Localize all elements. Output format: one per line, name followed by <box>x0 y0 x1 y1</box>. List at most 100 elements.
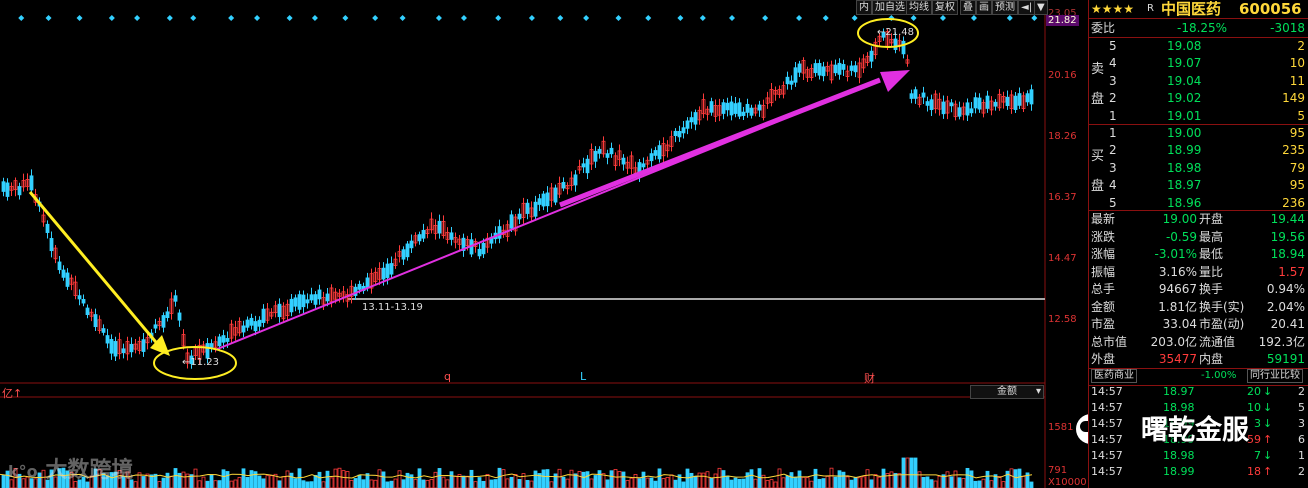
candle <box>85 307 90 316</box>
toolbar-ma-button[interactable]: 均线 <box>906 0 932 15</box>
candle <box>257 319 262 327</box>
volume-bar <box>541 469 546 488</box>
volume-bar <box>413 479 418 488</box>
buy-order-row[interactable]: 1 19.00 95 <box>1089 124 1308 142</box>
volume-bar <box>961 478 966 488</box>
event-marker-icon <box>45 15 52 21</box>
volume-bar <box>217 480 222 488</box>
candle <box>925 101 930 106</box>
event-marker-icon <box>254 15 261 21</box>
candle <box>317 289 322 300</box>
industry-name[interactable]: 医药商业 <box>1091 369 1137 383</box>
marker-q: q <box>444 370 451 383</box>
quote-label: 金额 <box>1091 299 1116 314</box>
volume-bar <box>973 480 978 488</box>
toolbar-fuquan-button[interactable]: 复权 <box>932 0 958 15</box>
buy-order-level: 1 <box>1109 126 1117 140</box>
trade-volume: 10 <box>1247 401 1261 414</box>
buy-order-row[interactable]: 3 18.98 79 <box>1089 159 1308 177</box>
volume-bar <box>341 470 346 488</box>
toolbar-nei-button[interactable]: 内 <box>856 0 872 15</box>
volume-bar <box>1009 468 1014 488</box>
price-axis-label: 12.58 <box>1048 314 1077 325</box>
arrow-down-icon: ↓ <box>1263 385 1273 398</box>
toolbar-add-watch-button[interactable]: 加自选 <box>872 0 908 15</box>
volume-bar <box>637 478 642 488</box>
candle <box>45 223 50 233</box>
candle <box>121 348 126 354</box>
event-marker-icon <box>342 15 349 21</box>
industry-compare-button[interactable]: 同行业比较 <box>1247 369 1303 383</box>
event-marker-icon <box>822 15 829 21</box>
volume-bar <box>905 457 910 488</box>
candle <box>409 240 414 249</box>
volume-bar <box>249 470 254 488</box>
sell-order-row[interactable]: 5 19.08 2 <box>1089 37 1308 55</box>
candle <box>297 294 302 310</box>
sell-order-volume: 2 <box>1297 39 1305 53</box>
volume-type-select[interactable]: 金额 ▾ <box>970 385 1044 399</box>
candle <box>733 103 738 114</box>
volume-bar <box>525 479 530 488</box>
candle <box>677 131 682 138</box>
event-marker-icon <box>108 15 115 21</box>
candle <box>301 294 306 308</box>
buy-order-price: 18.97 <box>1167 178 1202 193</box>
toolbar-predict-button[interactable]: 预测 <box>992 0 1018 15</box>
volume-bar <box>445 479 450 488</box>
toolbar-menu-button[interactable]: ▼ <box>1034 0 1048 15</box>
candle <box>357 283 362 290</box>
volume-bar <box>293 478 298 488</box>
buy-order-row[interactable]: 4 18.97 95 <box>1089 176 1308 194</box>
toolbar-draw-button[interactable]: 画 <box>976 0 992 15</box>
buy-order-row[interactable]: 2 18.99 235 <box>1089 141 1308 159</box>
event-marker-icon <box>311 15 318 21</box>
volume-bar <box>269 475 274 488</box>
candle <box>673 130 678 137</box>
event-marker-icon <box>645 15 652 21</box>
quote-row: 总市值 203.0亿 流通值 192.3亿 <box>1089 333 1308 351</box>
volume-bar <box>645 477 650 488</box>
sell-order-price: 19.08 <box>1167 39 1202 53</box>
volume-bar <box>1021 475 1026 488</box>
arrow-down-icon: ↓ <box>1263 449 1273 462</box>
price-axis-label: 20.16 <box>1048 70 1077 81</box>
candle <box>721 102 726 114</box>
stock-name: 中国医药 <box>1161 0 1222 18</box>
uptrend-arrow-head <box>880 70 910 92</box>
trade-volume: 59 <box>1247 433 1261 446</box>
volume-bar <box>425 479 430 488</box>
candle <box>385 263 390 278</box>
buy-order-row[interactable]: 5 18.96 236 <box>1089 194 1308 212</box>
sell-order-row[interactable]: 3 19.04 11 <box>1089 72 1308 90</box>
candle <box>165 311 170 319</box>
volume-bar <box>545 469 550 488</box>
candle <box>305 299 310 304</box>
candle <box>985 95 990 109</box>
volume-bar <box>1005 470 1010 488</box>
candle <box>841 64 846 70</box>
sell-order-row[interactable]: 4 19.07 10 <box>1089 54 1308 72</box>
volume-bar <box>877 476 882 488</box>
toolbar-collapse-button[interactable]: ◄| <box>1018 0 1036 15</box>
quote-value: 19.00 <box>1162 212 1197 226</box>
quote-row: 涨幅 -3.01% 最低 18.94 <box>1089 245 1308 263</box>
kline-svg[interactable] <box>0 0 1088 488</box>
kline-chart[interactable]: 内 加自选 均线 复权 叠 画 预测 ◄| ▼ 23.05 21.82 20.1… <box>0 0 1106 488</box>
candle <box>653 150 658 156</box>
sell-order-row[interactable]: 2 19.02 149 <box>1089 89 1308 107</box>
volume-bar <box>473 481 478 488</box>
volume-bar <box>389 480 394 488</box>
sell-order-row[interactable]: 1 19.01 5 <box>1089 107 1308 125</box>
candle <box>253 321 258 332</box>
volume-bar <box>689 472 694 488</box>
trade-volume: 20 <box>1247 385 1261 398</box>
event-marker-icon <box>495 15 502 21</box>
wei-cha-value: -3018 <box>1270 21 1305 35</box>
gap-range-label: 13.11-13.19 <box>362 302 423 313</box>
candle <box>533 201 538 217</box>
toolbar-overlay-button[interactable]: 叠 <box>960 0 976 15</box>
volume-bar <box>433 471 438 488</box>
buy-order-price: 19.00 <box>1167 126 1202 140</box>
candle <box>785 76 790 85</box>
